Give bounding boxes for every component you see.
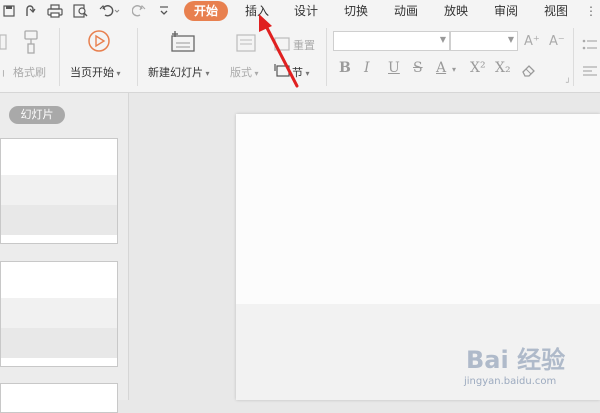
tab-transition[interactable]: 切换 xyxy=(340,1,372,21)
underline-button[interactable]: U xyxy=(388,60,400,76)
chevron-down-icon: ▾ xyxy=(303,69,310,78)
play-from-current-button[interactable]: 当页开始 ▾ xyxy=(70,64,121,80)
ribbon-divider xyxy=(59,28,60,86)
chevron-down-icon: ▾ xyxy=(252,69,259,78)
more-icon[interactable]: ⋮ xyxy=(584,2,598,20)
chevron-down-icon: ▾ xyxy=(203,69,210,78)
redo-icon[interactable] xyxy=(22,2,38,20)
section-label: 节 xyxy=(292,66,303,79)
chevron-down-icon: ▼ xyxy=(439,35,446,44)
undo-icon[interactable] xyxy=(98,2,122,20)
tab-review[interactable]: 审阅 xyxy=(490,1,522,21)
play-from-current-label: 当页开始 xyxy=(70,66,114,79)
watermark-brand: Bai 经验 xyxy=(466,346,566,374)
play-icon[interactable] xyxy=(87,29,111,57)
new-slide-button[interactable]: 新建幻灯片 ▾ xyxy=(148,64,210,80)
ribbon-divider xyxy=(573,28,574,86)
reset-label[interactable]: 重置 xyxy=(293,37,315,53)
cut-label: ╷ xyxy=(0,64,7,77)
new-slide-label: 新建幻灯片 xyxy=(148,66,203,79)
watermark: Bai 经验 jingyan.baidu.com xyxy=(458,340,598,398)
tab-animation[interactable]: 动画 xyxy=(390,1,422,21)
new-slide-icon[interactable] xyxy=(170,31,196,57)
save-icon[interactable] xyxy=(2,2,16,20)
reset-icon[interactable] xyxy=(274,36,290,55)
tab-insert[interactable]: 插入 xyxy=(241,1,273,21)
expand-dialog-icon[interactable]: ┘ xyxy=(566,78,571,87)
layout-button[interactable]: 版式 ▾ xyxy=(230,64,259,80)
tab-home[interactable]: 开始 xyxy=(184,1,228,21)
subscript-button[interactable]: X₂ xyxy=(495,60,511,76)
slides-tab[interactable]: 幻灯片 xyxy=(9,106,65,124)
print-icon[interactable] xyxy=(46,2,64,20)
tab-design[interactable]: 设计 xyxy=(290,1,322,21)
increase-font-size-button[interactable]: A⁺ xyxy=(524,34,540,49)
section-icon[interactable] xyxy=(274,62,290,81)
redo-icon[interactable] xyxy=(130,2,148,20)
print-preview-icon[interactable] xyxy=(72,2,90,20)
strikethrough-button[interactable]: S xyxy=(413,60,423,76)
paste-icon[interactable] xyxy=(0,32,8,56)
ribbon: ╷ 格式刷 当页开始 ▾ 新建幻灯片 ▾ 版式 ▾ 重置 节 ▾ ▼ ▼ A⁺ … xyxy=(0,22,600,93)
ribbon-divider xyxy=(326,28,327,86)
slide-thumbnail-1[interactable] xyxy=(0,138,118,244)
slide-panel: 幻灯片 xyxy=(0,93,129,413)
superscript-button[interactable]: X² xyxy=(470,60,486,76)
customize-icon[interactable] xyxy=(156,2,172,20)
format-painter-icon[interactable] xyxy=(20,30,42,58)
font-color-button[interactable]: A xyxy=(436,60,446,76)
font-name-select[interactable]: ▼ xyxy=(333,31,450,51)
watermark-url: jingyan.baidu.com xyxy=(464,376,557,387)
bullet-list-icon[interactable] xyxy=(582,36,598,55)
tab-slideshow[interactable]: 放映 xyxy=(440,1,472,21)
menu-bar: 开始 插入 设计 切换 动画 放映 审阅 视图 ⋮ xyxy=(0,0,600,22)
eraser-icon[interactable] xyxy=(521,62,537,81)
format-painter-label[interactable]: 格式刷 xyxy=(13,64,46,80)
italic-button[interactable]: I xyxy=(364,60,370,76)
decrease-font-size-button[interactable]: A⁻ xyxy=(549,34,565,49)
layout-icon[interactable] xyxy=(236,34,256,56)
ribbon-divider xyxy=(137,28,138,86)
chevron-down-icon: ▾ xyxy=(114,69,121,78)
layout-label: 版式 xyxy=(230,66,252,79)
section-button[interactable]: 节 ▾ xyxy=(292,64,310,80)
chevron-down-icon[interactable]: ▾ xyxy=(452,65,456,74)
font-size-select[interactable]: ▼ xyxy=(450,31,518,51)
bold-button[interactable]: B xyxy=(339,60,351,76)
align-left-icon[interactable] xyxy=(582,62,598,81)
slide-thumbnail-3[interactable] xyxy=(0,383,118,413)
chevron-down-icon: ▼ xyxy=(507,35,514,44)
slide-thumbnail-2[interactable] xyxy=(0,261,118,367)
tab-view[interactable]: 视图 xyxy=(540,1,572,21)
